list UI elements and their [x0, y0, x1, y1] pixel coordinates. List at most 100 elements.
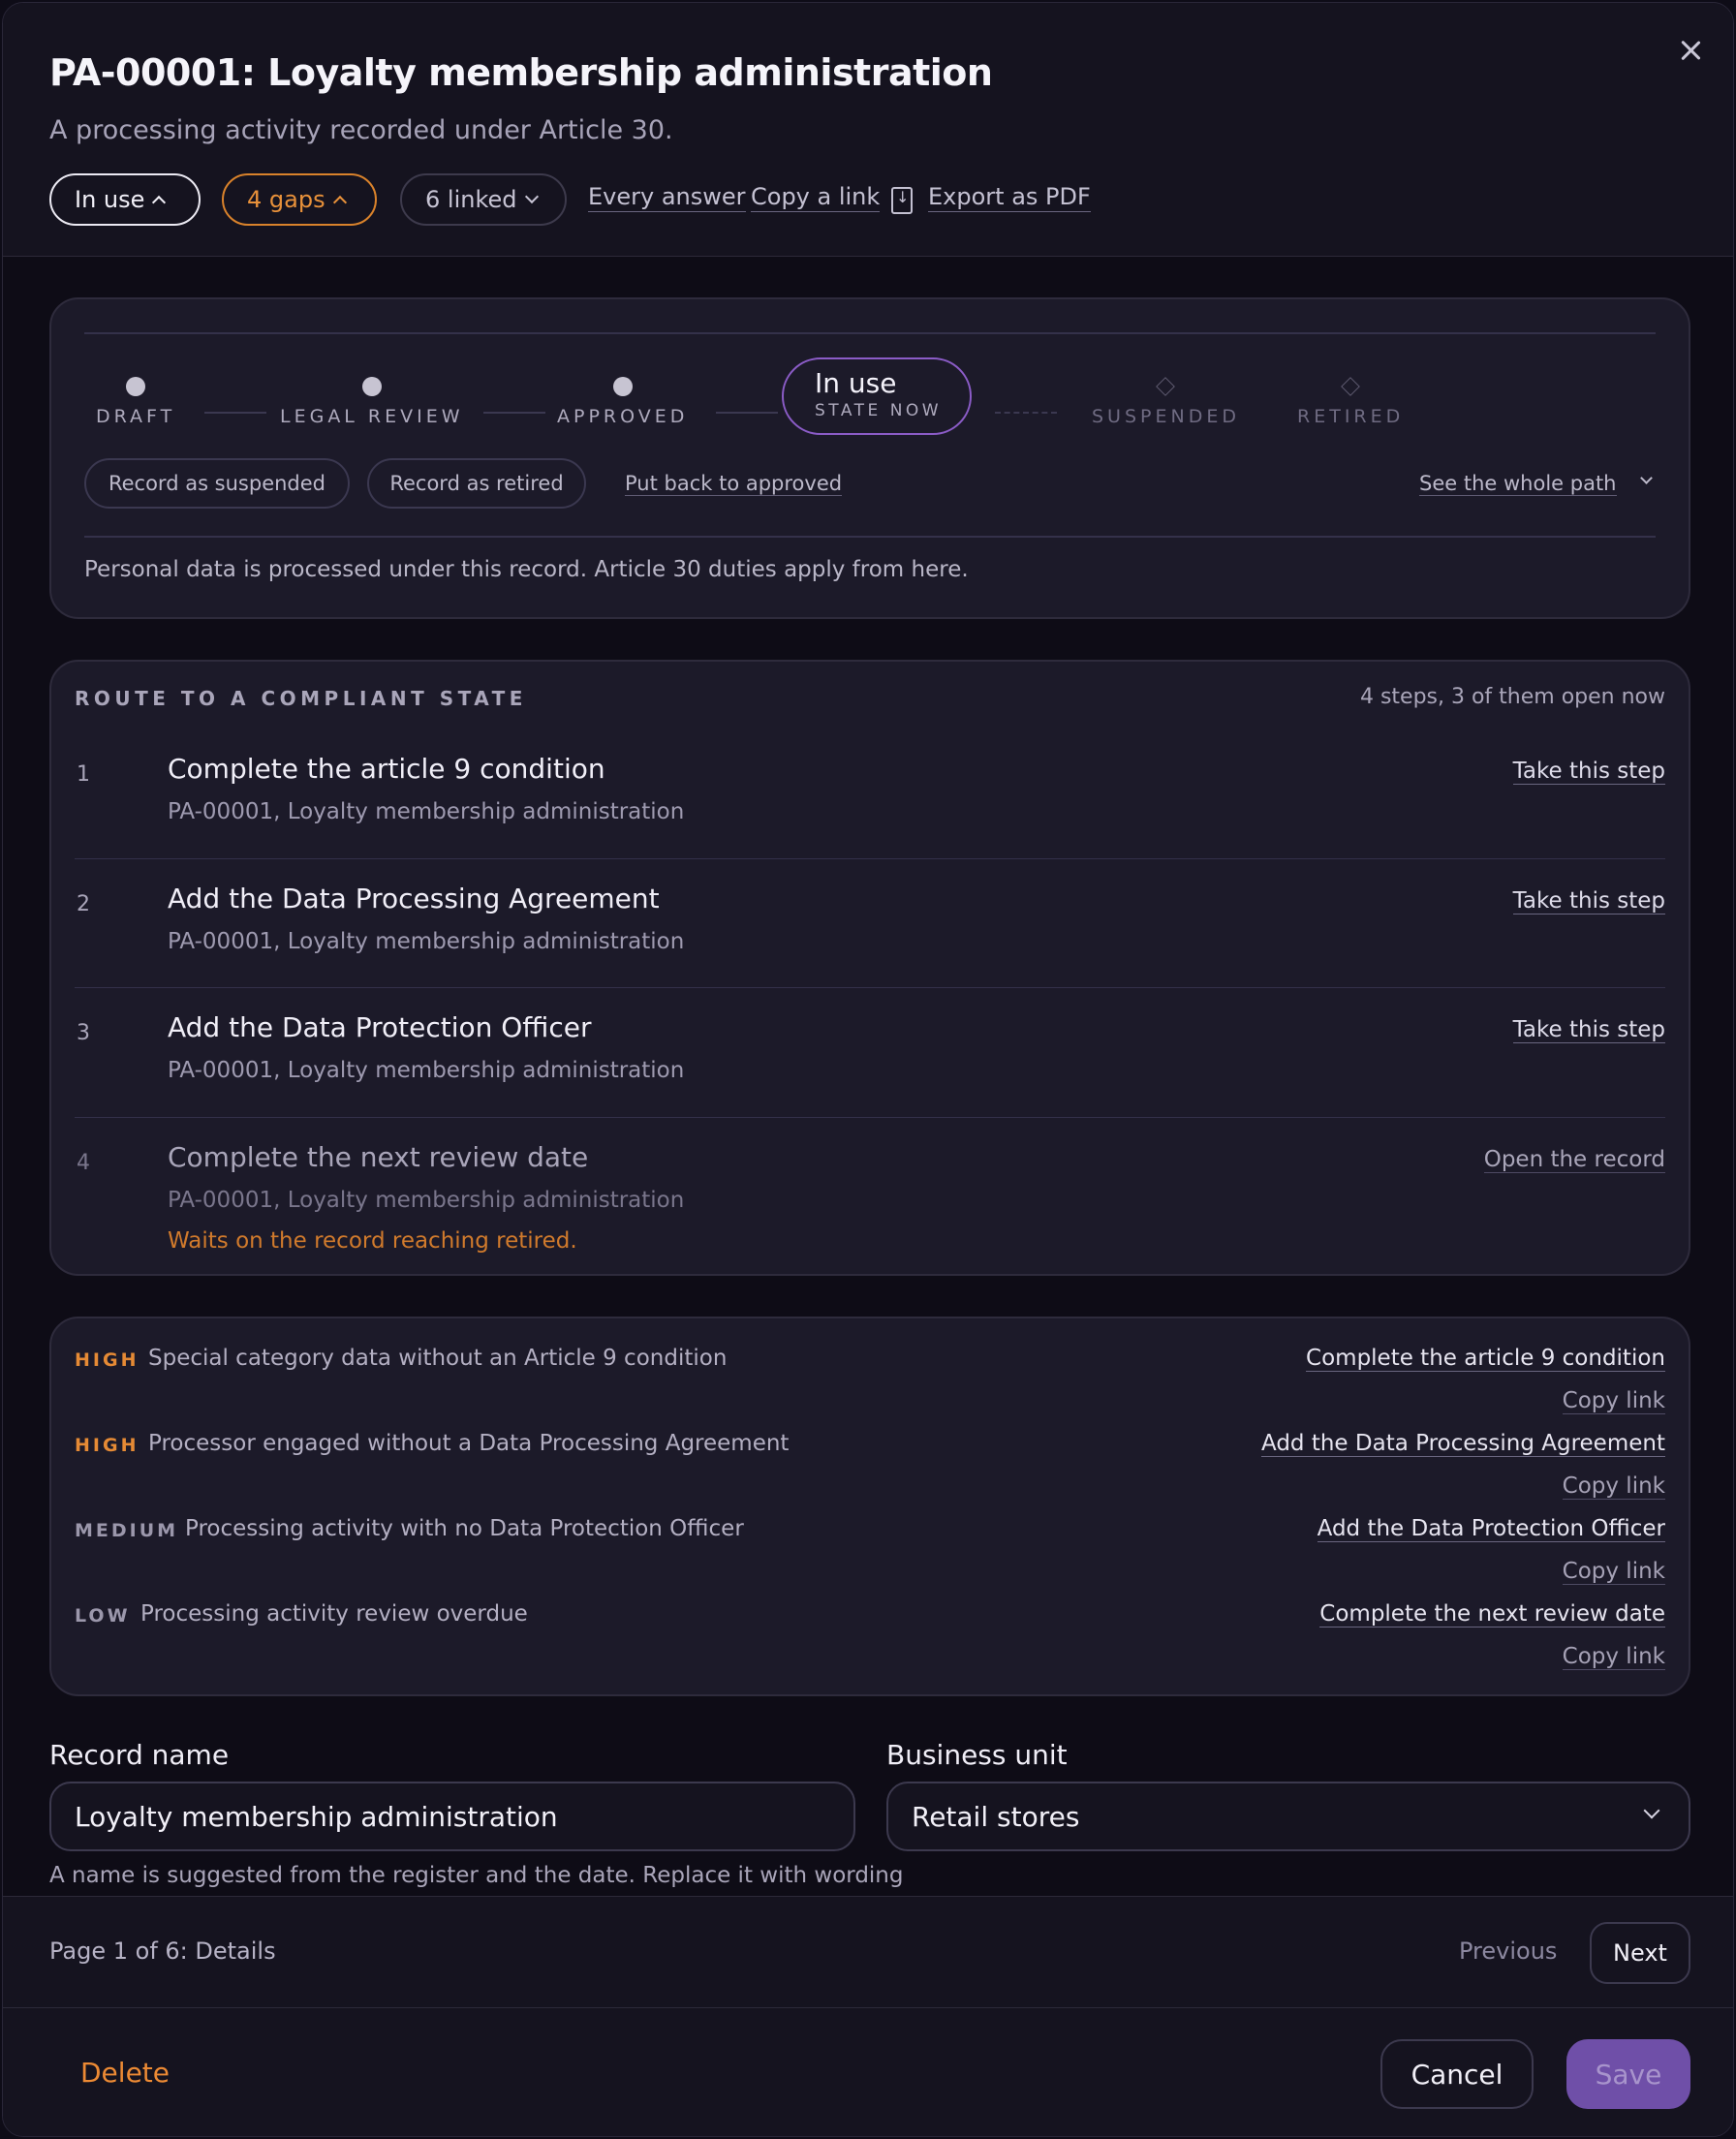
route-step: 1 Complete the article 9 condition PA-00… [75, 729, 1665, 859]
copy-link[interactable]: Copy link [1562, 1644, 1665, 1670]
stage-connector-dashed [995, 412, 1057, 414]
route-step: 2 Add the Data Processing Agreement PA-0… [75, 858, 1665, 988]
stage-dot [126, 377, 146, 396]
severity-badge: MEDIUM [75, 1520, 179, 1541]
step-title: Add the Data Processing Agreement [168, 883, 660, 914]
see-whole-path-link[interactable]: See the whole path [1419, 472, 1617, 496]
gap-row: HIGH Processor engaged without a Data Pr… [75, 1419, 1665, 1504]
gap-fix-link[interactable]: Complete the next review date [1319, 1601, 1665, 1628]
step-subtitle: PA-00001, Loyalty membership administrat… [168, 1188, 685, 1213]
route-card: ROUTE TO A COMPLIANT STATE 4 steps, 3 of… [49, 660, 1690, 1276]
step-wait-note: Waits on the record reaching retired. [168, 1228, 577, 1254]
export-pdf-link[interactable]: Export as PDF [928, 183, 1091, 212]
lifecycle-card: DRAFT LEGAL REVIEW APPROVED In use STATE… [49, 297, 1690, 619]
copy-link[interactable]: Copy link [1562, 1559, 1665, 1585]
take-step-link[interactable]: Take this step [1512, 759, 1665, 785]
chevron-up-icon [332, 195, 347, 210]
next-button[interactable]: Next [1590, 1922, 1690, 1984]
stage-connector [716, 412, 778, 414]
gap-text: Special category data without an Article… [148, 1346, 728, 1371]
save-button[interactable]: Save [1566, 2039, 1690, 2109]
record-name-input[interactable]: Loyalty membership administration [49, 1782, 855, 1851]
take-step-link[interactable]: Take this step [1512, 1017, 1665, 1043]
page-subtitle: A processing activity recorded under Art… [49, 115, 673, 145]
section-label: ROUTE TO A COMPLIANT STATE [75, 687, 527, 710]
business-unit-select[interactable]: Retail stores [886, 1782, 1690, 1851]
delete-button[interactable]: Delete [80, 2057, 170, 2089]
step-title: Add the Data Protection Officer [168, 1011, 592, 1043]
record-retired-button[interactable]: Record as retired [367, 458, 586, 509]
stage-dot [361, 377, 382, 396]
gaps-chip-label: 4 gaps [247, 186, 326, 213]
stage-connector [483, 412, 545, 414]
stage-connector [204, 412, 266, 414]
copy-link[interactable]: Copy link [1562, 1473, 1665, 1500]
record-name-help: A name is suggested from the register an… [49, 1863, 904, 1888]
record-name-label: Record name [49, 1739, 230, 1771]
chevron-down-icon [1643, 1802, 1660, 1819]
dialog-header: PA-00001: Loyalty membership administrat… [3, 3, 1733, 257]
gap-fix-link[interactable]: Add the Data Protection Officer [1317, 1516, 1665, 1542]
document-download-icon[interactable] [891, 187, 913, 214]
diamond-icon [1156, 377, 1176, 396]
put-back-approved-link[interactable]: Put back to approved [625, 472, 843, 496]
step-number: 3 [77, 1021, 90, 1045]
every-answer-link[interactable]: Every answer [588, 183, 746, 212]
linked-chip-label: 6 linked [425, 186, 517, 213]
chevron-up-icon [152, 195, 167, 210]
route-count: 4 steps, 3 of them open now [1359, 685, 1665, 709]
copy-link[interactable]: Copy link [1562, 1388, 1665, 1414]
copy-link-link[interactable]: Copy a link [751, 183, 881, 212]
step-subtitle: PA-00001, Loyalty membership administrat… [168, 929, 685, 954]
stage-label: RETIRED [1297, 406, 1405, 427]
stage-legal-review: LEGAL REVIEW [280, 377, 464, 427]
current-state-pill: In use STATE NOW [782, 357, 972, 435]
divider [84, 332, 1656, 334]
pager-bar: Page 1 of 6: Details Previous Next [3, 1896, 1733, 2008]
cancel-button[interactable]: Cancel [1380, 2039, 1534, 2109]
stage-retired: RETIRED [1297, 377, 1404, 427]
gap-text: Processing activity review overdue [140, 1601, 528, 1627]
status-chip-label: In use [75, 186, 145, 213]
step-title: Complete the article 9 condition [168, 753, 605, 785]
gaps-chip[interactable]: 4 gaps [222, 173, 377, 226]
record-suspended-button[interactable]: Record as suspended [84, 458, 350, 509]
record-dialog: PA-00001: Loyalty membership administrat… [2, 2, 1734, 2137]
gap-fix-link[interactable]: Add the Data Processing Agreement [1261, 1431, 1665, 1457]
page-title: PA-00001: Loyalty membership administrat… [49, 51, 993, 94]
gap-fix-link[interactable]: Complete the article 9 condition [1306, 1346, 1665, 1372]
gaps-card: HIGH Special category data without an Ar… [49, 1317, 1690, 1696]
step-number: 2 [77, 892, 90, 916]
diamond-icon [1341, 377, 1361, 396]
take-step-link[interactable]: Take this step [1512, 888, 1665, 914]
stage-label: APPROVED [557, 406, 689, 427]
route-step: 3 Add the Data Protection Officer PA-000… [75, 987, 1665, 1117]
gap-row: HIGH Special category data without an Ar… [75, 1334, 1665, 1419]
previous-button[interactable]: Previous [1459, 1938, 1557, 1965]
status-chip[interactable]: In use [49, 173, 201, 226]
step-number: 1 [77, 762, 90, 787]
chevron-down-icon[interactable] [1640, 472, 1653, 484]
linked-chip[interactable]: 6 linked [400, 173, 567, 226]
current-state-name: In use [815, 367, 897, 399]
gap-text: Processor engaged without a Data Process… [148, 1431, 790, 1456]
gap-text: Processing activity with no Data Protect… [185, 1516, 744, 1541]
business-unit-label: Business unit [886, 1739, 1068, 1771]
step-title: Complete the next review date [168, 1141, 589, 1173]
stage-approved: APPROVED [557, 377, 688, 427]
current-state-tag: STATE NOW [815, 401, 943, 420]
state-note: Personal data is processed under this re… [84, 557, 969, 582]
business-unit-value: Retail stores [912, 1800, 1080, 1833]
divider [84, 536, 1656, 538]
stage-label: DRAFT [96, 406, 176, 427]
dialog-body: DRAFT LEGAL REVIEW APPROVED In use STATE… [3, 257, 1733, 1896]
step-subtitle: PA-00001, Loyalty membership administrat… [168, 799, 685, 824]
gap-row: LOW Processing activity review overdue C… [75, 1590, 1665, 1675]
severity-badge: LOW [75, 1605, 131, 1627]
stage-dot [612, 377, 633, 396]
chevron-down-icon [524, 189, 539, 204]
open-record-link[interactable]: Open the record [1483, 1147, 1665, 1173]
close-icon[interactable] [1673, 34, 1708, 69]
stage-draft: DRAFT [96, 377, 175, 427]
stage-label: LEGAL REVIEW [280, 406, 464, 427]
